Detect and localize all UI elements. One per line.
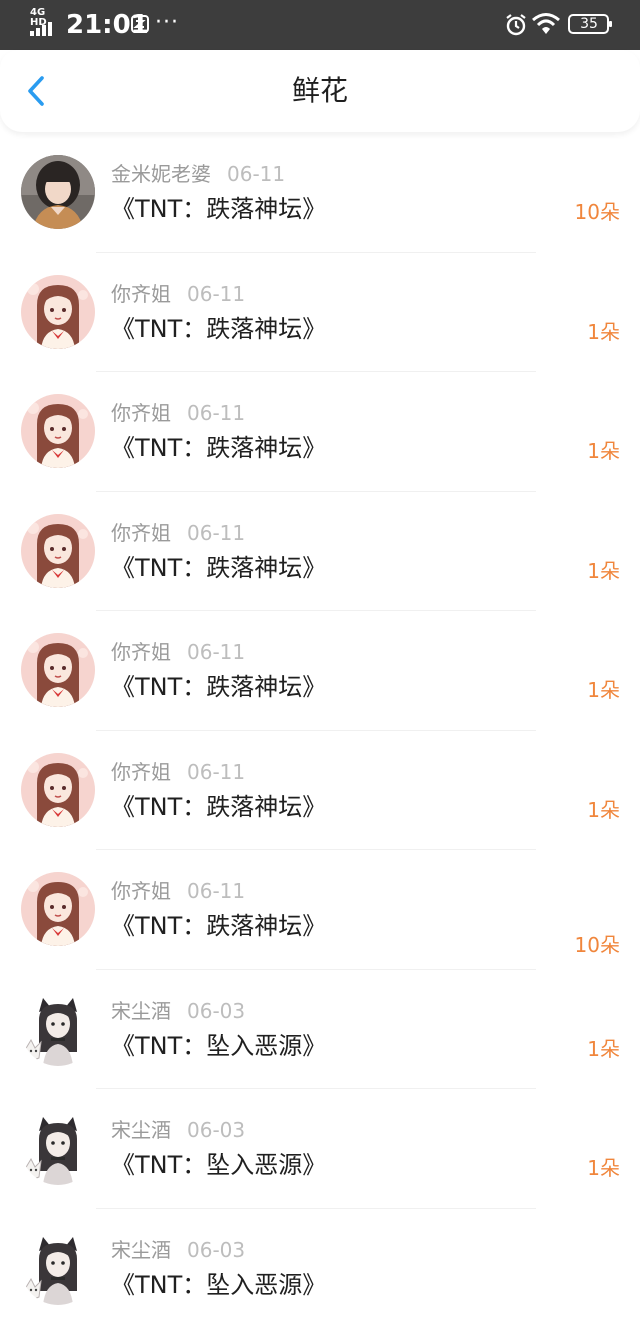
list-item[interactable]: 宋尘酒 06-03 《TNT：坠入恶源》 1朵 — [0, 1089, 640, 1209]
work-title[interactable]: 《TNT：坠入恶源》 — [111, 1149, 326, 1181]
flower-count: 1朵 — [587, 1036, 620, 1062]
flower-count: 1朵 — [587, 797, 620, 823]
work-title[interactable]: 《TNT：跌落神坛》 — [111, 671, 326, 703]
item-date: 06-03 — [187, 1238, 245, 1262]
user-name[interactable]: 你齐姐 — [111, 401, 171, 425]
flower-count: 1朵 — [587, 319, 620, 345]
work-title[interactable]: 《TNT：坠入恶源》 — [111, 1030, 326, 1062]
item-meta: 金米妮老婆 06-11 — [111, 161, 285, 187]
list-item[interactable]: 你齐姐 06-11 《TNT：跌落神坛》 1朵 — [0, 372, 640, 492]
item-date: 06-11 — [187, 282, 245, 306]
user-name[interactable]: 你齐姐 — [111, 282, 171, 306]
work-title[interactable]: 《TNT：跌落神坛》 — [111, 313, 326, 345]
list-item[interactable]: 宋尘酒 06-03 《TNT：坠入恶源》 — [0, 1209, 640, 1328]
user-name[interactable]: 宋尘酒 — [111, 1238, 171, 1262]
work-title[interactable]: 《TNT：坠入恶源》 — [111, 1269, 326, 1301]
battery-level: 35 — [568, 14, 610, 34]
item-meta: 你齐姐 06-11 — [111, 400, 245, 426]
avatar[interactable] — [21, 633, 95, 707]
user-name[interactable]: 你齐姐 — [111, 760, 171, 784]
user-name[interactable]: 你齐姐 — [111, 640, 171, 664]
item-date: 06-11 — [187, 401, 245, 425]
item-date: 06-11 — [227, 162, 285, 186]
alarm-icon — [504, 13, 528, 37]
item-date: 06-11 — [187, 879, 245, 903]
nav-header: 鲜花 — [0, 50, 640, 132]
flower-list: 金米妮老婆 06-11 《TNT：跌落神坛》 10朵 你齐姐 06-11 《TNT：… — [0, 133, 640, 1328]
list-item[interactable]: 你齐姐 06-11 《TNT：跌落神坛》 10朵 — [0, 850, 640, 970]
item-meta: 宋尘酒 06-03 — [111, 1237, 245, 1263]
status-bar: 4G HD 21:01 ··· 35 — [0, 0, 640, 50]
item-meta: 宋尘酒 06-03 — [111, 1117, 245, 1143]
flower-count: 1朵 — [587, 438, 620, 464]
user-name[interactable]: 宋尘酒 — [111, 999, 171, 1023]
wifi-icon — [531, 12, 561, 36]
item-meta: 你齐姐 06-11 — [111, 281, 245, 307]
signal-icon: 4G HD — [30, 8, 58, 36]
item-meta: 你齐姐 06-11 — [111, 639, 245, 665]
avatar[interactable] — [21, 1231, 95, 1305]
list-item[interactable]: 金米妮老婆 06-11 《TNT：跌落神坛》 10朵 — [0, 133, 640, 253]
item-date: 06-03 — [187, 1118, 245, 1142]
item-date: 06-03 — [187, 999, 245, 1023]
list-item[interactable]: 你齐姐 06-11 《TNT：跌落神坛》 1朵 — [0, 492, 640, 612]
list-item[interactable]: 宋尘酒 06-03 《TNT：坠入恶源》 1朵 — [0, 970, 640, 1090]
item-date: 06-11 — [187, 760, 245, 784]
flower-count: 1朵 — [587, 1155, 620, 1181]
list-item[interactable]: 你齐姐 06-11 《TNT：跌落神坛》 1朵 — [0, 611, 640, 731]
work-title[interactable]: 《TNT：跌落神坛》 — [111, 910, 326, 942]
user-name[interactable]: 金米妮老婆 — [111, 162, 211, 186]
avatar[interactable] — [21, 872, 95, 946]
list-item[interactable]: 你齐姐 06-11 《TNT：跌落神坛》 1朵 — [0, 253, 640, 373]
work-title[interactable]: 《TNT：跌落神坛》 — [111, 193, 326, 225]
item-meta: 你齐姐 06-11 — [111, 878, 245, 904]
flower-count: 10朵 — [575, 199, 620, 225]
page-title: 鲜花 — [0, 72, 640, 110]
flower-count: 1朵 — [587, 677, 620, 703]
list-item[interactable]: 你齐姐 06-11 《TNT：跌落神坛》 1朵 — [0, 731, 640, 851]
item-meta: 宋尘酒 06-03 — [111, 998, 245, 1024]
user-name[interactable]: 你齐姐 — [111, 879, 171, 903]
avatar[interactable] — [21, 1111, 95, 1185]
item-meta: 你齐姐 06-11 — [111, 520, 245, 546]
avatar[interactable] — [21, 514, 95, 588]
work-title[interactable]: 《TNT：跌落神坛》 — [111, 432, 326, 464]
item-meta: 你齐姐 06-11 — [111, 759, 245, 785]
work-title[interactable]: 《TNT：跌落神坛》 — [111, 552, 326, 584]
user-name[interactable]: 宋尘酒 — [111, 1118, 171, 1142]
avatar[interactable] — [21, 394, 95, 468]
item-date: 06-11 — [187, 521, 245, 545]
avatar[interactable] — [21, 275, 95, 349]
user-name[interactable]: 你齐姐 — [111, 521, 171, 545]
avatar[interactable] — [21, 753, 95, 827]
work-title[interactable]: 《TNT：跌落神坛》 — [111, 791, 326, 823]
flower-count: 10朵 — [575, 932, 620, 958]
flower-count: 1朵 — [587, 558, 620, 584]
app-notification-icon — [131, 15, 149, 33]
avatar[interactable] — [21, 992, 95, 1066]
more-notifications-icon: ··· — [155, 8, 179, 38]
item-date: 06-11 — [187, 640, 245, 664]
avatar[interactable] — [21, 155, 95, 229]
